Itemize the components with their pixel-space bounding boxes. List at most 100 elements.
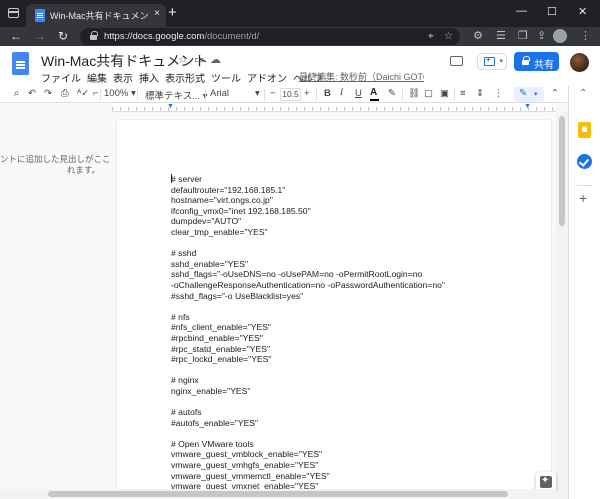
collapse-toolbar-icon[interactable]: ⌃ — [579, 88, 587, 99]
document-line[interactable]: vmware_guest_vmmemctl_enable="YES" — [171, 471, 541, 482]
menu-view[interactable]: 表示 — [113, 74, 133, 85]
horizontal-scrollbar[interactable] — [0, 489, 556, 499]
left-indent-marker[interactable]: ▼ — [167, 103, 174, 110]
document-canvas[interactable]: # server defaultrouter="192.168.185.1" hos… — [112, 112, 556, 499]
document-line[interactable]: dumpdev="AUTO" — [171, 216, 541, 227]
italic-button[interactable]: I — [340, 88, 343, 98]
collapse-menus-icon[interactable]: ⌃ — [551, 88, 559, 99]
get-addons-icon[interactable]: + — [579, 190, 587, 206]
add-comment-icon[interactable]: ▢ — [424, 88, 433, 99]
cloud-status-icon[interactable]: ☁ — [210, 53, 221, 66]
document-line[interactable]: # nginx — [171, 375, 541, 386]
share-button[interactable]: 共有 — [514, 52, 559, 71]
document-line[interactable]: defaultrouter="192.168.185.1" — [171, 185, 541, 196]
meet-present-button[interactable]: ▾ — [477, 53, 507, 70]
extension-icon[interactable]: ⚙ — [473, 29, 483, 42]
document-line[interactable]: clear_tmp_enable="YES" — [171, 227, 541, 238]
comment-history-icon[interactable] — [450, 56, 463, 66]
collections-icon[interactable]: ❐ — [518, 29, 528, 42]
zoom-select[interactable]: 100% ▾ — [104, 88, 136, 99]
last-edit-link[interactable]: 最終編集: 数秒前（Daichi GOTO） — [299, 70, 424, 83]
document-body[interactable]: # server defaultrouter="192.168.185.1" hos… — [171, 174, 541, 492]
document-line[interactable]: vmware_guest_vmblock_enable="YES" — [171, 449, 541, 460]
document-page[interactable]: # server defaultrouter="192.168.185.1" hos… — [117, 120, 551, 499]
horizontal-scroll-thumb[interactable] — [48, 491, 508, 497]
url-text[interactable]: https://docs.google.com/document/d/ — [104, 31, 259, 42]
back-button[interactable]: ← — [10, 29, 22, 43]
document-line[interactable]: # nfs — [171, 312, 541, 323]
align-left-icon[interactable]: ≡ — [460, 88, 466, 99]
line-spacing-icon[interactable]: ⇕ — [476, 88, 484, 99]
more-tools-icon[interactable]: ⋮ — [494, 88, 504, 99]
window-menu-icon[interactable] — [8, 8, 19, 18]
reading-list-icon[interactable]: ☰ — [496, 29, 506, 42]
document-line[interactable]: # server — [171, 174, 541, 185]
new-tab-button[interactable]: + — [168, 5, 177, 21]
document-line[interactable]: #sshd_flags="-o UseBlacklist=yes" — [171, 291, 541, 302]
spellcheck-icon[interactable]: ᴬ✓ — [77, 88, 89, 99]
document-line[interactable]: hostname="virt.ongs.co.jp" — [171, 195, 541, 206]
bold-button[interactable]: B — [324, 88, 331, 99]
menu-edit[interactable]: 編集 — [87, 74, 107, 85]
more-menu-icon[interactable]: ⋮ — [580, 29, 591, 42]
vertical-scrollbar[interactable] — [556, 112, 568, 499]
bookmark-star-icon[interactable]: ☆ — [444, 31, 453, 42]
horizontal-ruler[interactable]: ▼ ▼ — [112, 103, 556, 112]
tasks-icon[interactable] — [577, 154, 592, 169]
decrease-font-size-button[interactable]: − — [270, 88, 276, 99]
document-line[interactable]: #rpcbind_enable="YES" — [171, 333, 541, 344]
highlight-color-icon[interactable]: ✎ — [388, 88, 396, 99]
style-select[interactable]: 標準テキス... ▾ — [145, 88, 208, 102]
editing-mode-button[interactable]: ✎ ▾ — [514, 87, 544, 102]
tab-close-icon[interactable]: × — [154, 8, 160, 19]
document-line[interactable] — [171, 396, 541, 407]
document-line[interactable]: nginx_enable="YES" — [171, 386, 541, 397]
menu-tools[interactable]: ツール — [211, 74, 241, 85]
menu-file[interactable]: ファイル — [41, 74, 81, 85]
insert-link-icon[interactable]: ⛓ — [408, 88, 420, 99]
vertical-scroll-thumb[interactable] — [559, 116, 565, 226]
text-color-button[interactable]: A — [370, 87, 380, 101]
forward-button[interactable]: → — [34, 29, 46, 43]
profile-avatar[interactable] — [553, 29, 567, 43]
document-line[interactable]: sshd_flags="-oUseDNS=no -oUsePAM=no -oPe… — [171, 269, 541, 280]
browser-tab-active[interactable]: Win-Mac共有ドキュメント - Google × — [26, 4, 166, 27]
docs-home-icon[interactable] — [12, 52, 29, 75]
font-size-input[interactable]: 10.5 — [280, 88, 301, 101]
document-line[interactable]: vmware_guest_vmhgfs_enable="YES" — [171, 460, 541, 471]
document-line[interactable]: #rpc_statd_enable="YES" — [171, 344, 541, 355]
document-line[interactable]: #rpc_lockd_enable="YES" — [171, 354, 541, 365]
document-line[interactable]: -oChallengeResponseAuthentication=no -oP… — [171, 280, 541, 291]
menu-format[interactable]: 表示形式 — [165, 74, 205, 85]
document-line[interactable] — [171, 301, 541, 312]
minimize-button[interactable]: — — [516, 5, 527, 17]
close-window-button[interactable]: ✕ — [578, 5, 587, 18]
location-icon[interactable]: ⌖ — [428, 31, 434, 42]
maximize-button[interactable]: ☐ — [547, 5, 557, 18]
document-line[interactable]: #autofs_enable="YES" — [171, 418, 541, 429]
lock-icon[interactable] — [90, 31, 98, 40]
paint-format-icon[interactable]: ⌐ — [93, 88, 99, 99]
insert-image-icon[interactable]: ▣ — [440, 88, 449, 99]
share-page-icon[interactable]: ⇪ — [537, 29, 546, 42]
redo-icon[interactable]: ↷ — [44, 88, 52, 99]
increase-font-size-button[interactable]: + — [304, 88, 310, 99]
move-folder-icon[interactable]: ▭ — [194, 53, 204, 66]
document-line[interactable]: # Open VMware tools — [171, 439, 541, 450]
print-icon[interactable]: ⎙ — [61, 88, 69, 99]
underline-button[interactable]: U — [355, 88, 362, 99]
font-chevron-down-icon[interactable]: ▾ — [255, 88, 260, 99]
undo-icon[interactable]: ↶ — [28, 88, 36, 99]
document-line[interactable]: ifconfig_vmx0="inet 192.168.185.50" — [171, 206, 541, 217]
account-avatar[interactable] — [570, 53, 589, 72]
document-line[interactable]: #nfs_client_enable="YES" — [171, 322, 541, 333]
right-indent-marker[interactable]: ▼ — [524, 103, 531, 110]
document-line[interactable] — [171, 428, 541, 439]
document-line[interactable] — [171, 238, 541, 249]
font-select[interactable]: Arial — [210, 88, 229, 99]
document-line[interactable]: # sshd — [171, 248, 541, 259]
menu-insert[interactable]: 挿入 — [139, 74, 159, 85]
star-icon[interactable]: ☆ — [178, 53, 188, 66]
search-menus-icon[interactable]: ⌕ — [14, 88, 19, 99]
reload-button[interactable]: ↻ — [58, 29, 68, 43]
